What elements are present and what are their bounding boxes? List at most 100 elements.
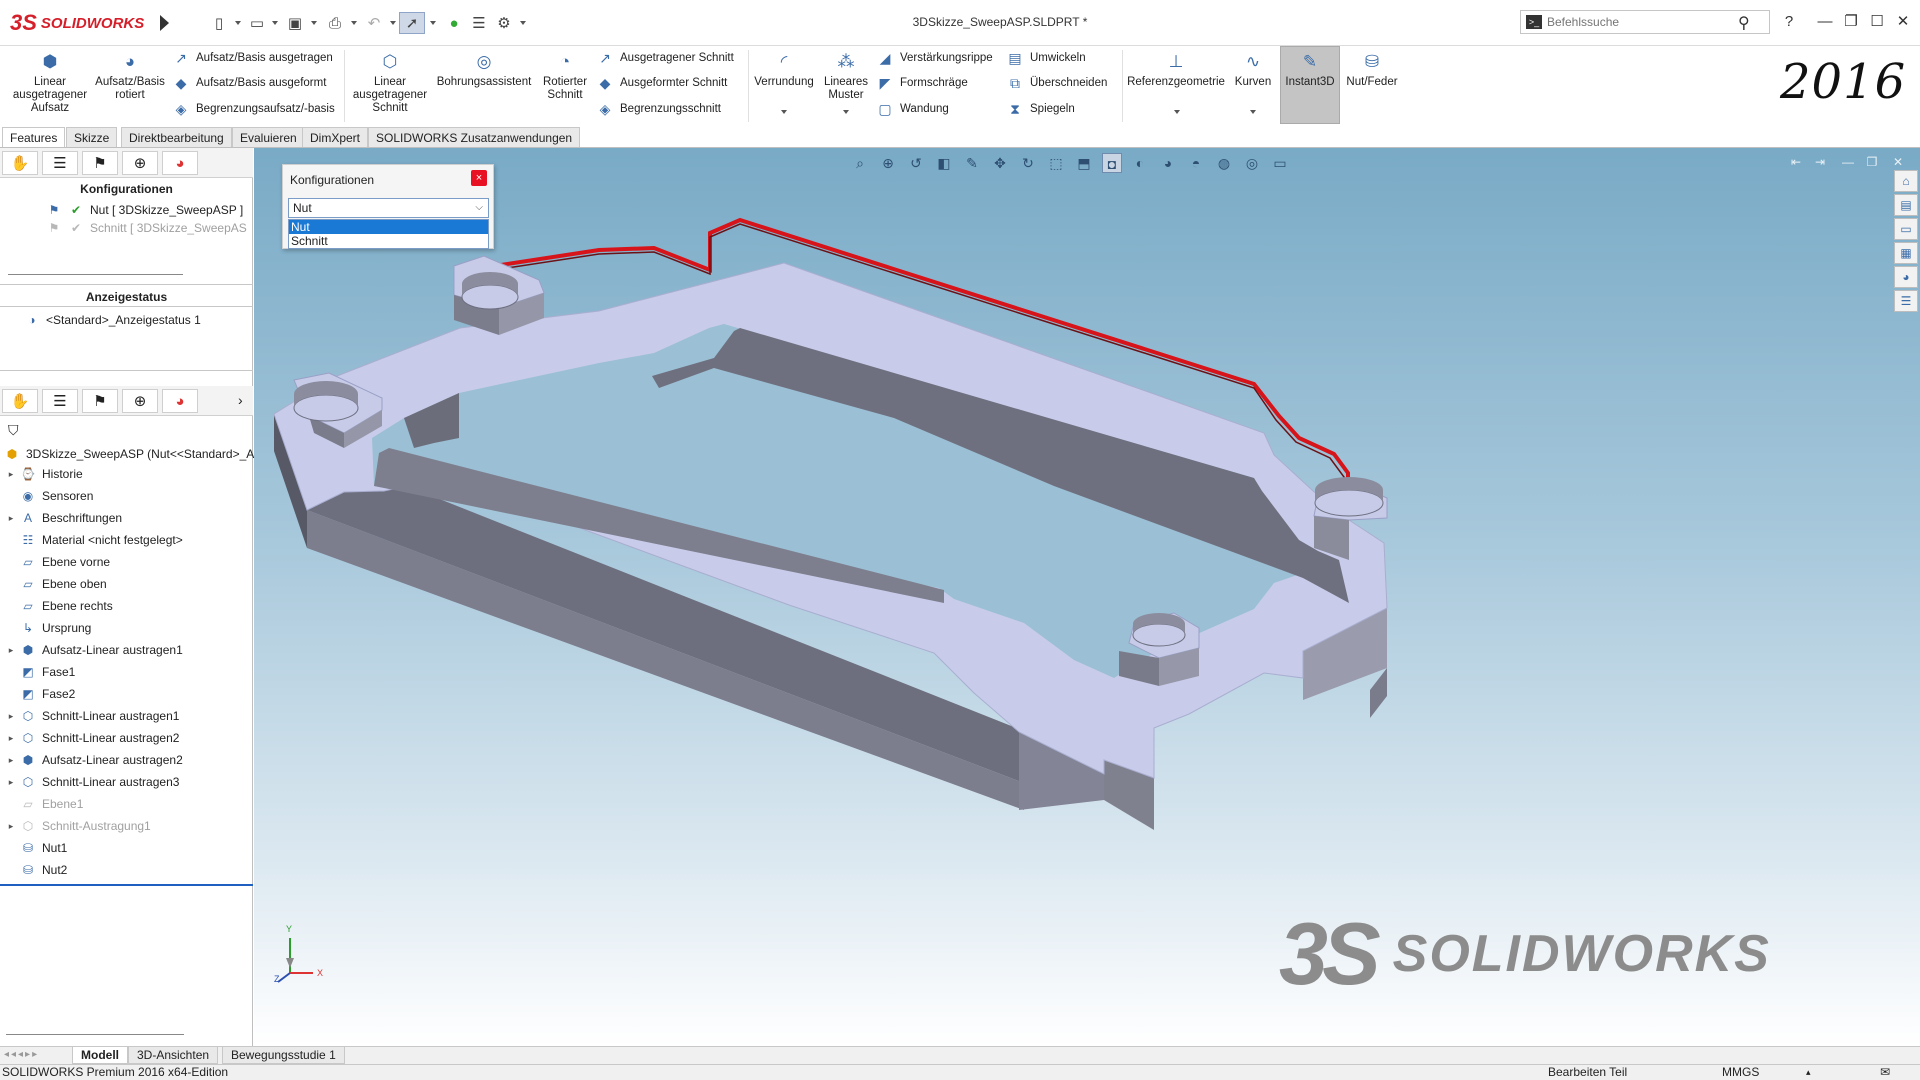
options-gear-icon[interactable]: ⚙ <box>491 12 517 34</box>
fillet-caret-icon[interactable] <box>781 110 787 114</box>
dimxpert-manager-tab-icon[interactable]: ⊕ <box>122 389 158 413</box>
swept-cut-button[interactable]: ↗ Ausgetragener Schnitt <box>596 49 734 67</box>
minimize-icon[interactable]: — <box>1812 10 1838 34</box>
rebuild-traffic-light-icon[interactable]: ● <box>441 12 467 34</box>
tree-item-nut1[interactable]: ⛁ Nut1 <box>6 838 67 858</box>
configuration-select[interactable]: Nut ⌵ <box>288 198 489 218</box>
tree-item-beschriftungen[interactable]: ▸ A Beschriftungen <box>6 508 122 528</box>
lofted-cut-button[interactable]: ◆ Ausgeformter Schnitt <box>596 74 728 92</box>
open-caret-icon[interactable] <box>272 21 278 25</box>
property-manager-tab-icon[interactable]: ☰ <box>42 151 78 175</box>
boundary-boss-button[interactable]: ◈ Begrenzungsaufsatz/-basis <box>172 100 335 118</box>
display-state-item[interactable]: ◑ <Standard>_Anzeigestatus 1 <box>24 310 200 330</box>
close-icon[interactable]: ✕ <box>1890 10 1916 34</box>
tab-bewegungsstudie[interactable]: Bewegungsstudie 1 <box>222 1047 345 1064</box>
groove-tongue-button[interactable]: ⛁ Nut/Feder <box>1342 52 1402 89</box>
tab-scroll-arrows-icon[interactable]: ◂◂◂▸▸ <box>4 1049 39 1060</box>
tree-item-schnitt1[interactable]: ▸ ⬡ Schnitt-Linear austragen1 <box>6 706 180 726</box>
tree-item-sensoren[interactable]: ◉ Sensoren <box>6 486 94 506</box>
print-caret-icon[interactable] <box>351 21 357 25</box>
tab-direktbearbeitung[interactable]: Direktbearbeitung <box>121 127 232 147</box>
extruded-cut-button[interactable]: ⬡ Linear ausgetragener Schnitt <box>350 52 430 115</box>
rib-button[interactable]: ◢ Verstärkungsrippe <box>876 49 993 67</box>
curves-button[interactable]: ∿ Kurven <box>1228 52 1278 89</box>
expand-arrow-icon[interactable]: ▸ <box>6 821 16 832</box>
tree-item-ursprung[interactable]: ↳ Ursprung <box>6 618 91 638</box>
expand-arrow-icon[interactable]: ▸ <box>6 755 16 766</box>
command-search[interactable]: >_ ⚲ <box>1520 10 1770 34</box>
tree-root-part[interactable]: ⬢ 3DSkizze_SweepASP (Nut<<Standard>_An <box>4 444 261 464</box>
configuration-manager-tab-icon[interactable]: ⚑ <box>82 151 118 175</box>
wrap-button[interactable]: ▤ Umwickeln <box>1006 49 1085 67</box>
chevron-down-icon[interactable]: ⌵ <box>475 199 483 217</box>
open-folder-icon[interactable]: ▭ <box>244 12 270 34</box>
tree-item-ebene-rechts[interactable]: ▱ Ebene rechts <box>6 596 112 616</box>
tree-item-nut2[interactable]: ⛁ Nut2 <box>6 860 67 880</box>
status-tooltip-icon[interactable]: ✉ <box>1880 1065 1890 1080</box>
revolved-boss-button[interactable]: ◕ Aufsatz/Basis rotiert <box>95 52 165 102</box>
mirror-button[interactable]: ⧗ Spiegeln <box>1006 100 1075 118</box>
revolved-cut-button[interactable]: ◔ Rotierter Schnitt <box>536 52 594 102</box>
config-item-schnitt[interactable]: ⚑ ✔ Schnitt [ 3DSkizze_SweepAS <box>46 218 247 238</box>
reference-geometry-button[interactable]: ⊥ Referenzgeometrie <box>1126 52 1226 89</box>
close-icon[interactable]: × <box>471 170 487 186</box>
tree-item-schnitt2[interactable]: ▸ ⬡ Schnitt-Linear austragen2 <box>6 728 180 748</box>
tab-evaluieren[interactable]: Evaluieren <box>232 127 305 147</box>
expand-arrow-icon[interactable]: ▸ <box>6 645 16 656</box>
tab-skizze[interactable]: Skizze <box>66 127 118 147</box>
configuration-manager-tab-icon[interactable]: ⚑ <box>82 389 118 413</box>
fillet-button[interactable]: ◜ Verrundung <box>752 52 816 89</box>
boundary-cut-button[interactable]: ◈ Begrenzungsschnitt <box>596 100 721 118</box>
save-icon[interactable]: ▣ <box>282 12 308 34</box>
tree-item-schnitt-austragung1[interactable]: ▸ ⬡ Schnitt-Austragung1 <box>6 816 151 836</box>
expand-arrow-icon[interactable]: ▸ <box>6 733 16 744</box>
swept-boss-button[interactable]: ↗ Aufsatz/Basis ausgetragen <box>172 49 333 67</box>
units-selector[interactable]: MMGS <box>1722 1065 1759 1080</box>
property-manager-tab-icon[interactable]: ☰ <box>42 389 78 413</box>
display-manager-tab-icon[interactable]: ◕ <box>162 151 198 175</box>
splitter[interactable] <box>0 370 253 371</box>
tab-features[interactable]: Features <box>2 127 66 147</box>
tab-zusatzanwendungen[interactable]: SOLIDWORKS Zusatzanwendungen <box>368 127 581 147</box>
extruded-boss-button[interactable]: ⬢ Linear ausgetragener Aufsatz <box>6 52 94 115</box>
new-caret-icon[interactable] <box>235 21 241 25</box>
search-icon[interactable]: ⚲ <box>1738 13 1750 33</box>
tree-item-material[interactable]: ☷ Material <nicht festgelegt> <box>6 530 183 550</box>
undo-icon[interactable]: ↶ <box>361 12 387 34</box>
save-caret-icon[interactable] <box>311 21 317 25</box>
config-item-nut[interactable]: ⚑ ✔ Nut [ 3DSkizze_SweepASP ] <box>46 200 244 220</box>
search-input[interactable] <box>1547 13 1727 31</box>
draft-button[interactable]: ◤ Formschräge <box>876 74 968 92</box>
filter-icon[interactable]: ⛉ <box>8 422 19 439</box>
tree-item-schnitt3[interactable]: ▸ ⬡ Schnitt-Linear austragen3 <box>6 772 180 792</box>
dimxpert-manager-tab-icon[interactable]: ⊕ <box>122 151 158 175</box>
tree-item-ebene1[interactable]: ▱ Ebene1 <box>6 794 83 814</box>
curves-caret-icon[interactable] <box>1250 110 1256 114</box>
lofted-boss-button[interactable]: ◆ Aufsatz/Basis ausgeformt <box>172 74 327 92</box>
tree-item-aufsatz2[interactable]: ▸ ⬢ Aufsatz-Linear austragen2 <box>6 750 183 770</box>
chevron-right-icon[interactable]: › <box>238 392 243 408</box>
option-schnitt[interactable]: Schnitt <box>289 234 488 248</box>
menu-expand-arrow-icon[interactable] <box>160 15 169 31</box>
tree-item-fase2[interactable]: ◩ Fase2 <box>6 684 75 704</box>
new-document-icon[interactable]: ▯ <box>206 12 232 34</box>
expand-arrow-icon[interactable]: ▸ <box>6 513 16 524</box>
hole-wizard-button[interactable]: ◎ Bohrungsassistent <box>434 52 534 89</box>
units-caret-icon[interactable]: ▴ <box>1806 1065 1811 1080</box>
maximize-icon[interactable]: ☐ <box>1864 10 1890 34</box>
intersect-button[interactable]: ⧉ Überschneiden <box>1006 74 1107 92</box>
pattern-caret-icon[interactable] <box>843 110 849 114</box>
shell-button[interactable]: ▢ Wandung <box>876 100 948 118</box>
instant3d-button[interactable]: ✎ Instant3D <box>1280 52 1340 89</box>
options-caret-icon[interactable] <box>520 21 526 25</box>
refgeo-caret-icon[interactable] <box>1174 110 1180 114</box>
solidworks-menu-logo[interactable]: 3S SOLIDWORKS <box>10 8 155 38</box>
tab-dimxpert[interactable]: DimXpert <box>302 127 369 147</box>
tab-3d-ansichten[interactable]: 3D-Ansichten <box>128 1047 219 1064</box>
tab-modell[interactable]: Modell <box>72 1047 128 1064</box>
restore-icon[interactable]: ❐ <box>1838 10 1864 34</box>
print-icon[interactable]: ⎙ <box>322 12 348 34</box>
file-properties-icon[interactable]: ☰ <box>466 12 492 34</box>
linear-pattern-button[interactable]: ⁂ Lineares Muster <box>818 52 874 102</box>
tree-item-fase1[interactable]: ◩ Fase1 <box>6 662 75 682</box>
